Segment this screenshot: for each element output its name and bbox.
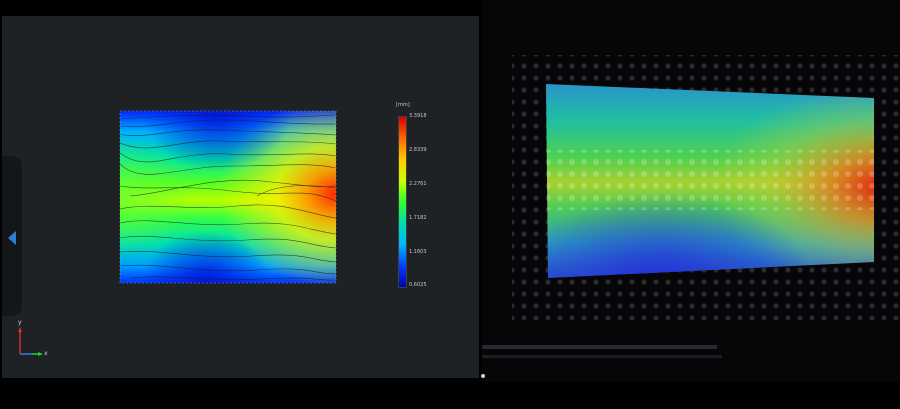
colorbar-legend	[398, 116, 407, 288]
colorbar-tick-min: 0.6025	[409, 282, 427, 288]
colorbar-tick: 1.1603	[409, 249, 427, 255]
cursor-icon	[481, 374, 485, 378]
axis-y-label: y	[18, 319, 22, 326]
axis-x-label: x	[44, 350, 48, 357]
colorbar-unit-label: [mm]	[396, 102, 410, 108]
displacement-heatmap	[119, 110, 337, 284]
colorbar-tick: 2.2761	[409, 181, 427, 187]
camera-photo	[482, 55, 900, 358]
colorbar-tick-max: 3.3918	[409, 113, 427, 119]
displacement-viewer-panel[interactable]: [mm] 3.3918 2.8339 2.2761 1.7182 1.1603 …	[2, 16, 479, 378]
colorbar-tick: 1.7182	[409, 215, 427, 221]
camera-photo-panel	[482, 0, 900, 382]
axis-triad: y x	[12, 316, 52, 361]
colorbar-tick: 2.8339	[409, 147, 427, 153]
